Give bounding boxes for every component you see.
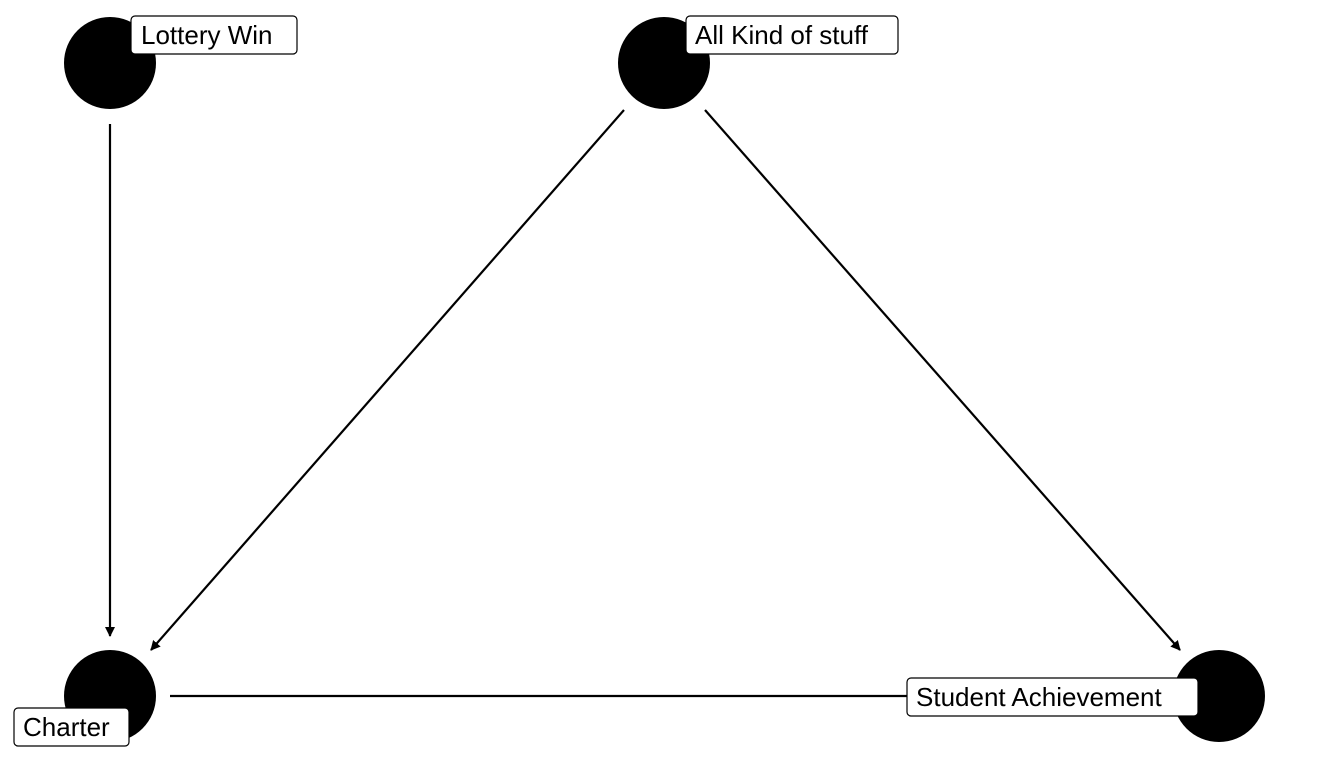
label-text: Lottery Win	[141, 20, 273, 50]
node-label-student-achievement: Student Achievement	[906, 677, 1199, 717]
label-text: All Kind of stuff	[695, 20, 869, 50]
label-text: Student Achievement	[916, 682, 1162, 712]
nodes	[64, 17, 1265, 742]
label-text: Charter	[23, 712, 110, 742]
edge-stuff-to-achievement	[704, 109, 1181, 651]
node-label-charter: Charter	[13, 707, 130, 747]
node-label-lottery-win: Lottery Win	[130, 15, 298, 55]
edges	[105, 109, 1181, 698]
causal-diagram: Lottery Win All Kind of stuff Charter St…	[13, 15, 1265, 747]
node-label-all-kind-of-stuff: All Kind of stuff	[685, 15, 899, 55]
edge-stuff-to-charter	[150, 109, 625, 651]
